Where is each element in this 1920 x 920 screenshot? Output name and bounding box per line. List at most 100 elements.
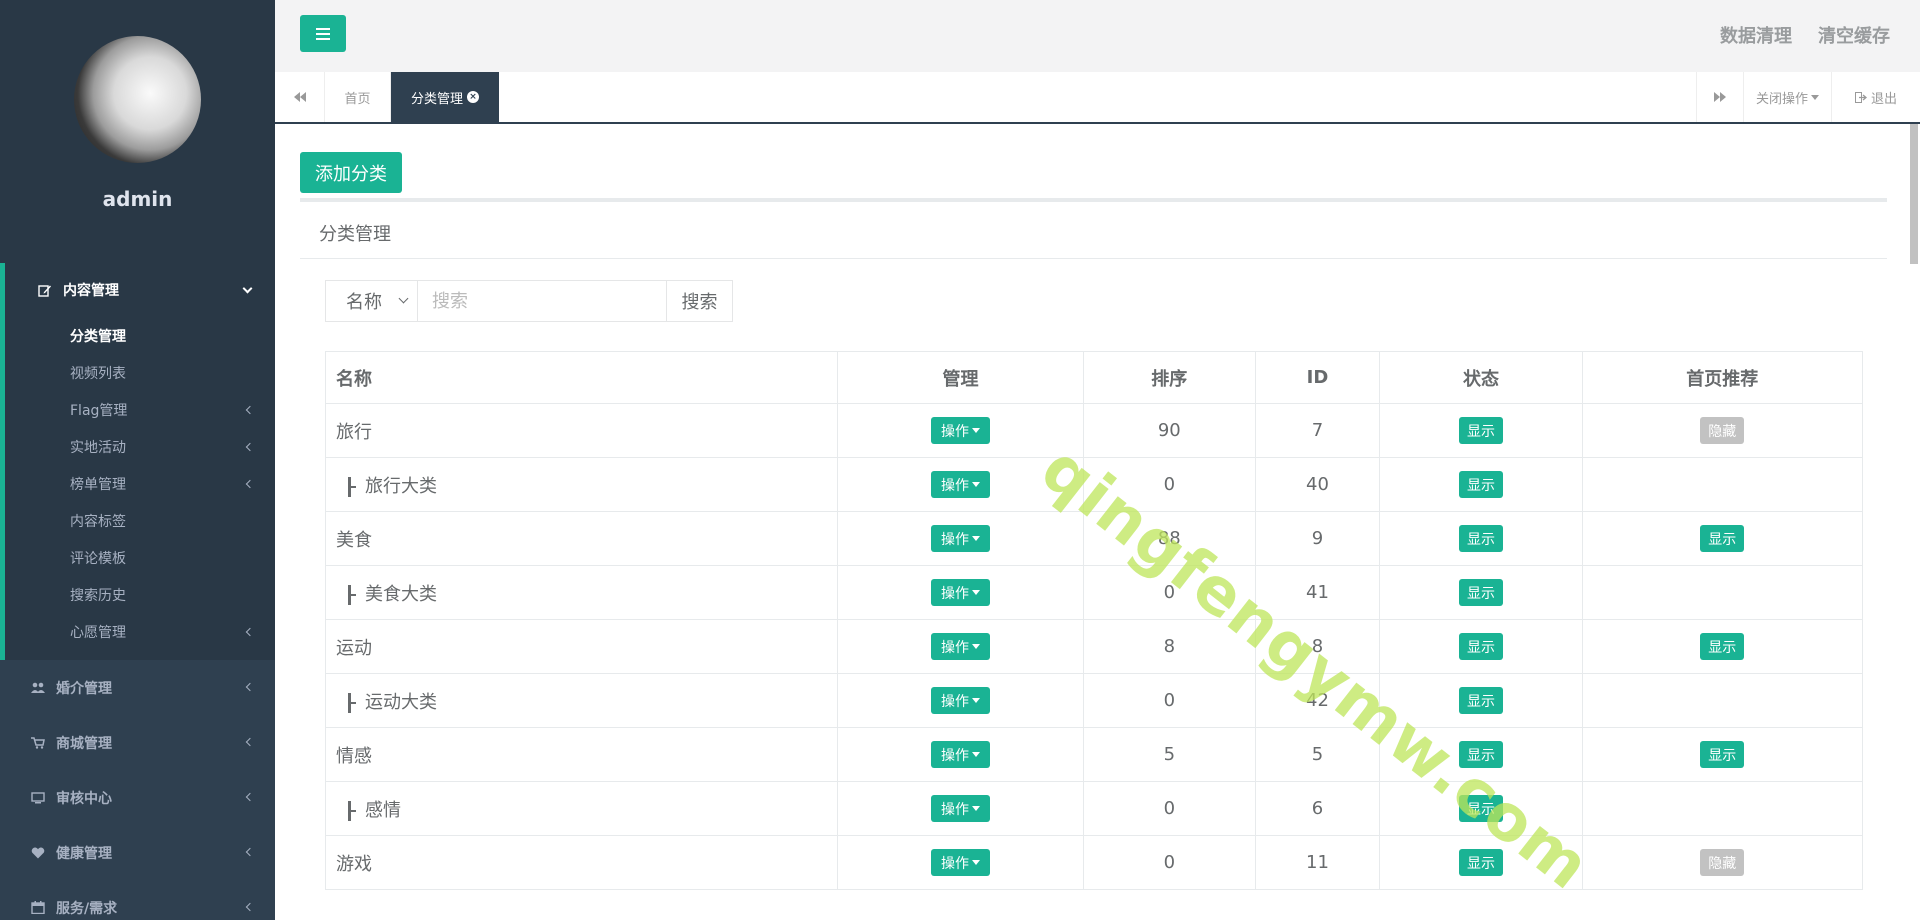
caret-down-icon	[972, 536, 980, 541]
sidebar-nav-item[interactable]: 商城管理	[0, 715, 275, 770]
status-toggle[interactable]: 显示	[1458, 633, 1503, 660]
sidebar-subitem[interactable]: 视频列表	[5, 354, 275, 391]
sidebar-subitem-label: 实地活动	[70, 439, 126, 456]
operation-label: 操作	[941, 477, 969, 494]
table-row: 旅行大类 操作 0 40 显示	[325, 457, 1863, 512]
chevron-left-icon	[245, 847, 255, 857]
tab-label: 分类管理	[410, 91, 463, 107]
cell-home-recommend: 隐藏	[1581, 403, 1863, 458]
sidebar-subitem-label: Flag管理	[70, 402, 128, 419]
home-recommend-toggle[interactable]: 隐藏	[1700, 417, 1745, 444]
avatar[interactable]	[74, 36, 201, 163]
table-row: 美食 操作 88 9 显示 显示	[325, 511, 1863, 566]
sidebar-subitem[interactable]: 评论模板	[5, 539, 275, 576]
operation-dropdown-button[interactable]: 操作	[931, 849, 990, 876]
cell-manage: 操作	[836, 403, 1085, 458]
chevron-down-icon	[398, 293, 409, 304]
chevron-left-icon	[245, 479, 255, 489]
sidebar-subitem[interactable]: 内容标签	[5, 502, 275, 539]
column-header-status[interactable]: 状态	[1379, 351, 1583, 404]
sidebar-group-label: 内容管理	[63, 283, 119, 299]
chevron-left-icon	[245, 682, 255, 692]
clear-cache-link[interactable]: 清空缓存	[1818, 22, 1890, 48]
operation-dropdown-button[interactable]: 操作	[931, 417, 990, 444]
sidebar-subitem[interactable]: 搜索历史	[5, 576, 275, 613]
scrollbar[interactable]	[1910, 124, 1918, 264]
sidebar-subitem[interactable]: 榜单管理	[5, 465, 275, 502]
operation-dropdown-button[interactable]: 操作	[931, 687, 990, 714]
tab-category-manage[interactable]: 分类管理 ×	[391, 72, 499, 122]
close-operations-dropdown[interactable]: 关闭操作	[1744, 72, 1832, 122]
search-button[interactable]: 搜索	[666, 280, 733, 322]
close-ops-label: 关闭操作	[1755, 91, 1808, 107]
table-row: 旅行 操作 90 7 显示 隐藏	[325, 403, 1863, 458]
sidebar-nav-item[interactable]: 健康管理	[0, 825, 275, 880]
chevron-left-icon	[245, 405, 255, 415]
home-recommend-toggle[interactable]: 显示	[1700, 741, 1745, 768]
column-header-sort[interactable]: 排序	[1083, 351, 1256, 404]
sidebar-subitem[interactable]: 实地活动	[5, 428, 275, 465]
cell-sort: 0	[1083, 565, 1256, 620]
menu-toggle-button[interactable]	[300, 15, 346, 52]
username[interactable]: admin	[0, 187, 275, 211]
operation-dropdown-button[interactable]: 操作	[931, 471, 990, 498]
status-toggle[interactable]: 显示	[1458, 417, 1503, 444]
operation-label: 操作	[941, 531, 969, 548]
cell-home-recommend	[1581, 565, 1863, 620]
sidebar-subitem[interactable]: 心愿管理	[5, 613, 275, 650]
sidebar-nav-label: 健康管理	[56, 845, 112, 862]
close-icon[interactable]: ×	[467, 91, 479, 103]
column-header-name[interactable]: 名称	[325, 351, 838, 404]
sidebar-subitem-label: 评论模板	[70, 550, 126, 567]
sidebar-group-content-header[interactable]: 内容管理	[5, 263, 275, 317]
cell-name: 游戏	[325, 835, 838, 890]
sidebar-nav-item[interactable]: 婚介管理	[0, 660, 275, 715]
status-toggle[interactable]: 显示	[1458, 579, 1503, 606]
operation-label: 操作	[941, 855, 969, 872]
operation-dropdown-button[interactable]: 操作	[931, 741, 990, 768]
sidebar-subitem[interactable]: Flag管理	[5, 391, 275, 428]
logout-button[interactable]: 退出	[1832, 72, 1920, 122]
sidebar-nav-item[interactable]: 审核中心	[0, 770, 275, 825]
status-toggle[interactable]: 显示	[1458, 525, 1503, 552]
status-toggle[interactable]: 显示	[1458, 471, 1503, 498]
tabs-scroll-right-button[interactable]	[1696, 72, 1744, 122]
operation-dropdown-button[interactable]: 操作	[931, 579, 990, 606]
tabs-scroll-left-button[interactable]	[275, 72, 325, 122]
column-header-id[interactable]: ID	[1254, 351, 1381, 404]
caret-down-icon	[972, 482, 980, 487]
cell-home-recommend: 显示	[1581, 619, 1863, 674]
operation-dropdown-button[interactable]: 操作	[931, 525, 990, 552]
search-field-select[interactable]: 名称	[325, 280, 418, 322]
operation-dropdown-button[interactable]: 操作	[931, 795, 990, 822]
monitor-icon	[30, 791, 46, 805]
operation-dropdown-button[interactable]: 操作	[931, 633, 990, 660]
status-toggle[interactable]: 显示	[1458, 795, 1503, 822]
cell-status: 显示	[1379, 457, 1583, 512]
caret-down-icon	[972, 428, 980, 433]
search-input[interactable]	[417, 280, 667, 322]
caret-down-icon	[972, 590, 980, 595]
chevron-left-icon	[245, 442, 255, 452]
home-recommend-toggle[interactable]: 显示	[1700, 525, 1745, 552]
sidebar-subitem[interactable]: 分类管理	[5, 317, 275, 354]
cell-manage: 操作	[836, 781, 1085, 836]
table-header-row: 名称 管理 排序 ID 状态 首页推荐	[325, 351, 1863, 404]
column-header-manage[interactable]: 管理	[836, 351, 1085, 404]
home-recommend-toggle[interactable]: 隐藏	[1700, 849, 1745, 876]
tab-home[interactable]: 首页	[325, 72, 391, 122]
home-recommend-toggle[interactable]: 显示	[1700, 633, 1745, 660]
caret-down-icon	[972, 806, 980, 811]
status-toggle[interactable]: 显示	[1458, 849, 1503, 876]
status-toggle[interactable]: 显示	[1458, 741, 1503, 768]
cell-id: 40	[1254, 457, 1381, 512]
cell-id: 8	[1254, 619, 1381, 674]
sidebar-nav-item[interactable]: 服务/需求	[0, 880, 275, 920]
status-toggle[interactable]: 显示	[1458, 687, 1503, 714]
table-row: 情感 操作 5 5 显示 显示	[325, 727, 1863, 782]
caret-down-icon	[1811, 94, 1819, 100]
data-clean-link[interactable]: 数据清理	[1720, 22, 1792, 48]
category-name: 旅行大类	[365, 475, 437, 497]
add-category-button[interactable]: 添加分类	[300, 152, 402, 193]
column-header-home-recommend[interactable]: 首页推荐	[1581, 351, 1863, 404]
